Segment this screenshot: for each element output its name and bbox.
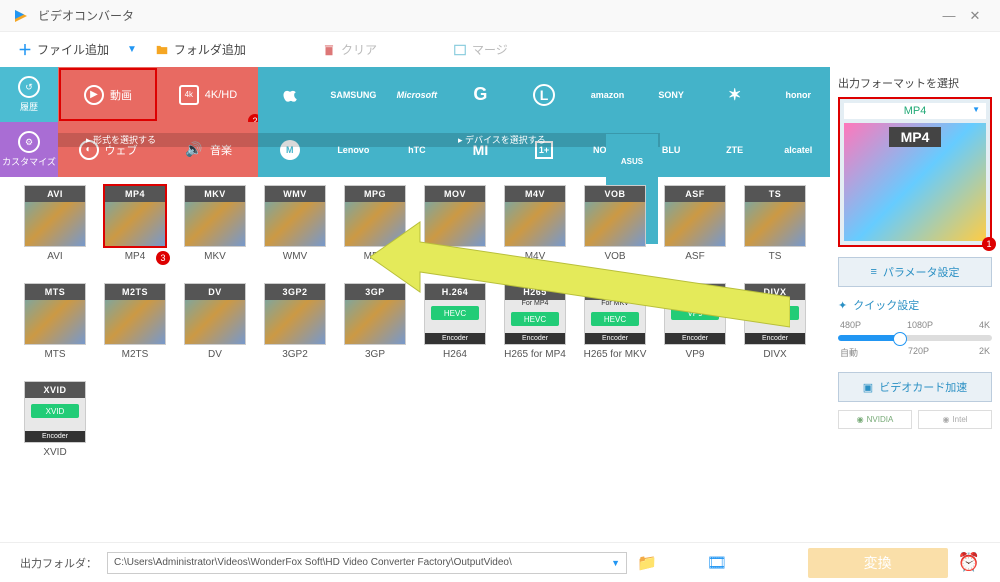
minimize-button[interactable]: —	[936, 8, 962, 23]
hw-accel-button[interactable]: ▣ ビデオカード加速	[838, 372, 992, 402]
nvidia-icon: ◉	[857, 415, 864, 424]
format-mov[interactable]: MOVMOV	[418, 185, 492, 281]
add-file-button[interactable]: ＋ファイル追加	[18, 40, 109, 60]
footer: 出力フォルダ： C:\Users\Administrator\Videos\Wo…	[0, 542, 1000, 582]
category-web[interactable]: ◐ ウェブ	[58, 122, 158, 177]
brand-amazon[interactable]: amazon	[576, 67, 640, 122]
output-folder-path[interactable]: C:\Users\Administrator\Videos\WonderFox …	[107, 552, 627, 574]
brand-lenovo[interactable]: Lenovo	[322, 122, 386, 177]
brand-zte[interactable]: ZTE	[703, 122, 767, 177]
nvidia-chip[interactable]: ◉NVIDIA	[838, 410, 912, 429]
format-mkv[interactable]: MKVMKV	[178, 185, 252, 281]
quick-settings-label: ✦ クイック設定	[838, 297, 992, 313]
chip-icon: ▣	[863, 381, 873, 394]
history-icon: ↺	[18, 76, 40, 98]
convert-button[interactable]: 変換	[808, 548, 948, 578]
format-h265-for-mp4[interactable]: H265For MP4HEVCEncoderH265 for MP4	[498, 283, 572, 379]
format-grid: AVIAVIMP4MP43MKVMKVWMVWMVMPGMPGMOVMOVM4V…	[0, 177, 830, 485]
output-format-thumbnail: MP4	[844, 123, 986, 241]
app-logo-icon	[12, 7, 30, 25]
sidebar-title: 出力フォーマットを選択	[838, 75, 992, 91]
brand-asus[interactable]: ASUS	[606, 134, 658, 189]
brand-sony[interactable]: SONY	[639, 67, 703, 122]
sliders-icon: ≡	[870, 266, 876, 278]
titlebar: ビデオコンバータ — ✕	[0, 0, 1000, 32]
brand-motorola[interactable]: M	[258, 122, 322, 177]
open-folder-button[interactable]: 📁	[637, 553, 657, 573]
format-h264[interactable]: H.264HEVCEncoderH264	[418, 283, 492, 379]
format-mts[interactable]: MTSMTS	[18, 283, 92, 379]
output-format-selector[interactable]: MP4 MP4 1	[838, 97, 992, 247]
play-icon: ▶	[84, 85, 104, 105]
merge-button[interactable]: マージ	[453, 41, 508, 58]
format-h265-for-mkv[interactable]: H265For MKVHEVCEncoderH265 for MKV	[578, 283, 652, 379]
format-3gp2[interactable]: 3GP23GP2	[258, 283, 332, 379]
brand-htc[interactable]: hTC	[385, 122, 449, 177]
format-mpg[interactable]: MPGMPG	[338, 185, 412, 281]
merge-icon	[453, 43, 467, 57]
window-title: ビデオコンバータ	[38, 7, 936, 24]
brand-xiaomi[interactable]: MI	[449, 122, 513, 177]
brand-grid: SAMSUNG Microsoft G L amazon SONY ✶ hono…	[258, 67, 830, 177]
add-folder-button[interactable]: フォルダ追加	[155, 41, 246, 58]
format-vob[interactable]: VOBVOB	[578, 185, 652, 281]
output-sidebar: 出力フォーマットを選択 MP4 MP4 1 ≡ パラメータ設定 ✦ クイック設定…	[830, 67, 1000, 542]
brand-google[interactable]: G	[449, 67, 513, 122]
intel-icon: ◉	[942, 415, 949, 424]
brand-oneplus[interactable]: 1+	[512, 122, 576, 177]
format-m4v[interactable]: M4VM4V	[498, 185, 572, 281]
format-dv[interactable]: DVDV	[178, 283, 252, 379]
badge-1: 1	[982, 237, 996, 251]
speaker-icon: 🔊	[184, 140, 204, 160]
toolbar: ＋ファイル追加 ▼ フォルダ追加 クリア マージ	[0, 32, 1000, 67]
folder-icon	[155, 43, 169, 57]
output-folder-label: 出力フォルダ：	[20, 555, 97, 571]
add-file-dropdown-icon[interactable]: ▼	[127, 44, 137, 55]
4k-icon: 4k	[179, 85, 199, 105]
format-divx[interactable]: DIVXDIVXEncoderDIVX	[738, 283, 812, 379]
brand-microsoft[interactable]: Microsoft	[385, 67, 449, 122]
trash-icon	[322, 43, 336, 57]
brand-apple[interactable]	[258, 67, 322, 122]
category-4khd[interactable]: 4k 4K/HD 2	[158, 67, 258, 122]
schedule-button[interactable]: ⏰	[958, 552, 980, 573]
resolution-slider[interactable]: 480P1080P4K 自動720P2K	[838, 319, 992, 360]
format-xvid[interactable]: XVIDXVIDEncoderXVID	[18, 381, 92, 477]
brand-samsung[interactable]: SAMSUNG	[322, 67, 386, 122]
output-format-label: MP4	[844, 103, 986, 119]
format-vp9[interactable]: VP9VP9EncoderVP9	[658, 283, 732, 379]
brand-lg[interactable]: L	[512, 67, 576, 122]
star-icon: ✦	[838, 299, 847, 312]
brand-huawei[interactable]: ✶	[703, 67, 767, 122]
category-video[interactable]: ▶ 動画	[58, 67, 158, 122]
format-avi[interactable]: AVIAVI	[18, 185, 92, 281]
format-wmv[interactable]: WMVWMV	[258, 185, 332, 281]
intel-chip[interactable]: ◉Intel	[918, 410, 992, 429]
film-icon[interactable]: 🎞	[707, 553, 727, 573]
format-mp4[interactable]: MP4MP43	[98, 185, 172, 281]
format-3gp[interactable]: 3GP3GP	[338, 283, 412, 379]
customize-tab[interactable]: ⚙ カスタマイズ	[0, 122, 58, 177]
close-button[interactable]: ✕	[962, 8, 988, 24]
brand-honor[interactable]: honor	[766, 67, 830, 122]
format-ts[interactable]: TSTS	[738, 185, 812, 281]
format-m2ts[interactable]: M2TSM2TS	[98, 283, 172, 379]
history-tab[interactable]: ↺ 履歴	[0, 67, 58, 122]
parameter-settings-button[interactable]: ≡ パラメータ設定	[838, 257, 992, 287]
format-asf[interactable]: ASFASF	[658, 185, 732, 281]
category-audio[interactable]: 🔊 音楽	[158, 122, 258, 177]
chrome-icon: ◐	[79, 140, 99, 160]
badge-3: 3	[156, 251, 170, 265]
clear-button[interactable]: クリア	[322, 41, 377, 58]
gear-icon: ⚙	[18, 131, 40, 153]
brand-alcatel[interactable]: alcatel	[766, 122, 830, 177]
